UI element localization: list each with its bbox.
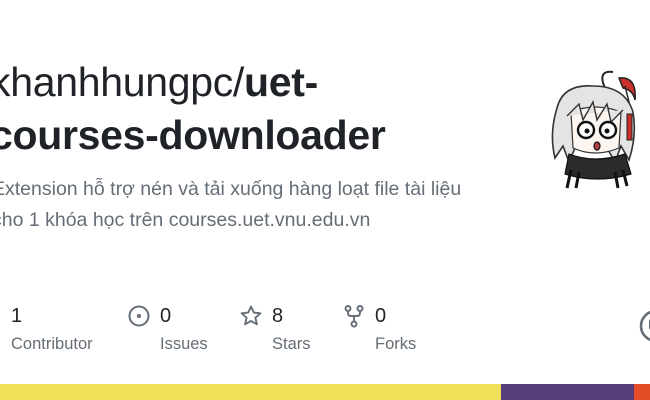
repo-owner[interactable]: khanhhungpc/ — [0, 59, 244, 105]
repo-description: Extension hỗ trợ nén và tải xuống hàng l… — [0, 178, 462, 231]
github-logo-icon — [639, 310, 650, 342]
repo-name-line2[interactable]: courses-downloader — [0, 112, 386, 158]
people-icon — [0, 304, 6, 328]
stars-count: 8 — [272, 305, 284, 327]
language-bar — [0, 384, 650, 400]
contributors-count: 1 — [11, 305, 23, 327]
repo-stats: 1 Contributor 0 Issues 8 Stars 0 Forks — [0, 300, 650, 360]
star-icon — [240, 305, 262, 326]
social-preview-card: khanhhungpc/uet- courses-downloader Exte… — [0, 0, 650, 400]
issues-count: 0 — [160, 305, 172, 327]
language-bar-segment — [0, 384, 501, 400]
repo-title[interactable]: khanhhungpc/uet- courses-downloader — [0, 56, 510, 162]
stars-label: Stars — [272, 335, 311, 353]
contributors-label: Contributor — [11, 335, 93, 353]
repo-name-line1[interactable]: uet- — [244, 59, 318, 105]
owner-avatar — [551, 70, 636, 189]
repo-forked-icon — [344, 305, 364, 328]
language-bar-segment — [633, 384, 650, 400]
forks-label: Forks — [375, 335, 417, 353]
issue-opened-icon — [128, 305, 150, 327]
issues-label: Issues — [160, 335, 208, 353]
language-bar-segment — [500, 384, 634, 400]
forks-count: 0 — [375, 305, 387, 327]
